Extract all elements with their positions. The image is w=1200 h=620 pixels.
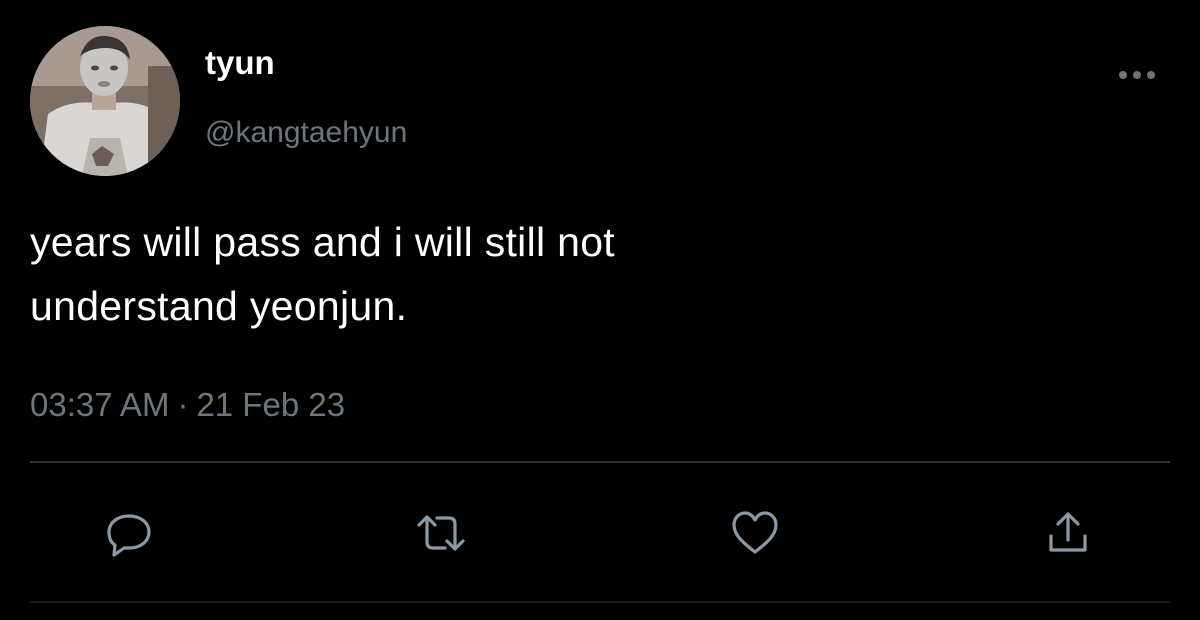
tweet-meta: 03:37 AM · 21 Feb 23 [30,388,345,421]
divider [30,601,1170,603]
retweet-icon [417,515,465,551]
tweet-date[interactable]: 21 Feb 23 [196,386,345,423]
like-icon [732,511,778,554]
avatar-photo [30,26,180,176]
share-icon [1049,512,1087,552]
user-handle[interactable]: @kangtaehyun [205,118,407,148]
more-icon [1119,71,1155,79]
avatar[interactable] [30,26,180,176]
meta-separator: · [177,386,189,423]
reply-button[interactable] [99,503,159,563]
divider [30,461,1170,463]
tweet-time[interactable]: 03:37 AM [30,386,169,423]
tweet-text: years will pass and i will still not und… [30,210,1160,338]
more-button[interactable] [1110,60,1164,90]
display-name[interactable]: tyun [205,46,275,79]
tweet-text-line: understand yeonjun. [30,283,408,329]
reply-icon [107,514,151,557]
share-button[interactable] [1038,503,1098,563]
tweet-text-line: years will pass and i will still not [30,219,615,265]
retweet-button[interactable] [411,503,471,563]
like-button[interactable] [725,503,785,563]
